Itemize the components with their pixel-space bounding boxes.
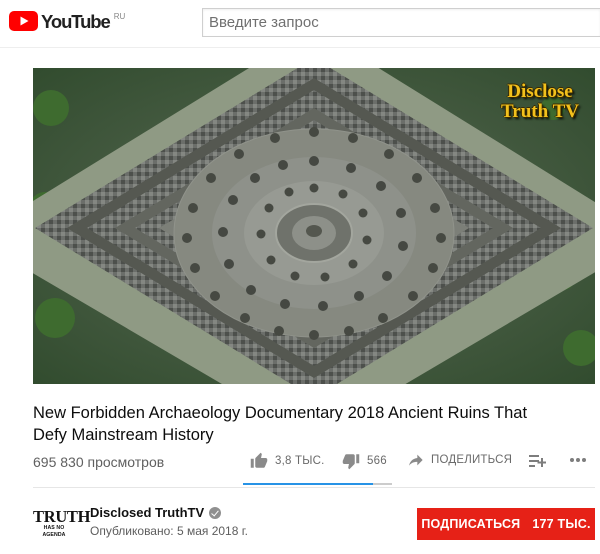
- subscriber-count: 177 ТЫС.: [532, 517, 591, 531]
- sentiment-bar-likes: [243, 483, 373, 485]
- region-label: RU: [113, 12, 126, 21]
- video-title: New Forbidden Archaeology Documentary 20…: [33, 404, 528, 444]
- avatar-title: TRUTH: [33, 507, 91, 526]
- logo-wordmark: YouTube: [41, 11, 111, 32]
- like-button[interactable]: 3,8 ТЫС.: [250, 452, 325, 470]
- publish-date: Опубликовано: 5 мая 2018 г.: [90, 524, 248, 538]
- sentiment-bar: [243, 483, 392, 485]
- masthead: YouTube RU: [0, 0, 600, 48]
- youtube-logo-icon: [9, 11, 38, 31]
- verified-icon: [209, 506, 222, 519]
- dislike-button[interactable]: 566: [342, 452, 387, 470]
- channel-watermark: Disclose Truth TV: [501, 82, 579, 122]
- subscribe-label: ПОДПИСАТЬСЯ: [421, 517, 521, 531]
- add-to-playlist-button[interactable]: [529, 454, 546, 468]
- divider: [33, 487, 595, 488]
- thumbs-down-icon: [342, 454, 360, 470]
- watermark-line-2: Truth TV: [501, 101, 579, 122]
- search-box[interactable]: [202, 8, 600, 37]
- dislike-count: 566: [367, 455, 387, 467]
- more-actions-button[interactable]: [569, 457, 587, 463]
- share-label: ПОДЕЛИТЬСЯ: [431, 454, 513, 466]
- channel-name: Disclosed TruthTV: [90, 505, 205, 520]
- subscribe-button[interactable]: ПОДПИСАТЬСЯ 177 ТЫС.: [417, 508, 595, 540]
- video-actions: 3,8 ТЫС. 566 ПОДЕЛИТЬСЯ: [0, 452, 600, 478]
- more-icon: [570, 458, 586, 462]
- thumbs-up-icon: [250, 452, 268, 468]
- like-count: 3,8 ТЫС.: [275, 455, 325, 467]
- watermark-line-1: Disclose: [507, 81, 573, 102]
- youtube-logo[interactable]: YouTube RU: [9, 11, 125, 32]
- channel-avatar[interactable]: TRUTH HAS NO AGENDA: [33, 507, 91, 538]
- share-icon: [409, 454, 423, 466]
- search-input[interactable]: [203, 9, 600, 36]
- channel-name-link[interactable]: Disclosed TruthTV: [90, 505, 222, 520]
- video-player[interactable]: Disclose Truth TV: [33, 68, 595, 384]
- avatar-subtitle: HAS NO AGENDA: [42, 525, 66, 538]
- share-button[interactable]: ПОДЕЛИТЬСЯ: [408, 452, 512, 468]
- add-to-playlist-icon: [529, 455, 546, 467]
